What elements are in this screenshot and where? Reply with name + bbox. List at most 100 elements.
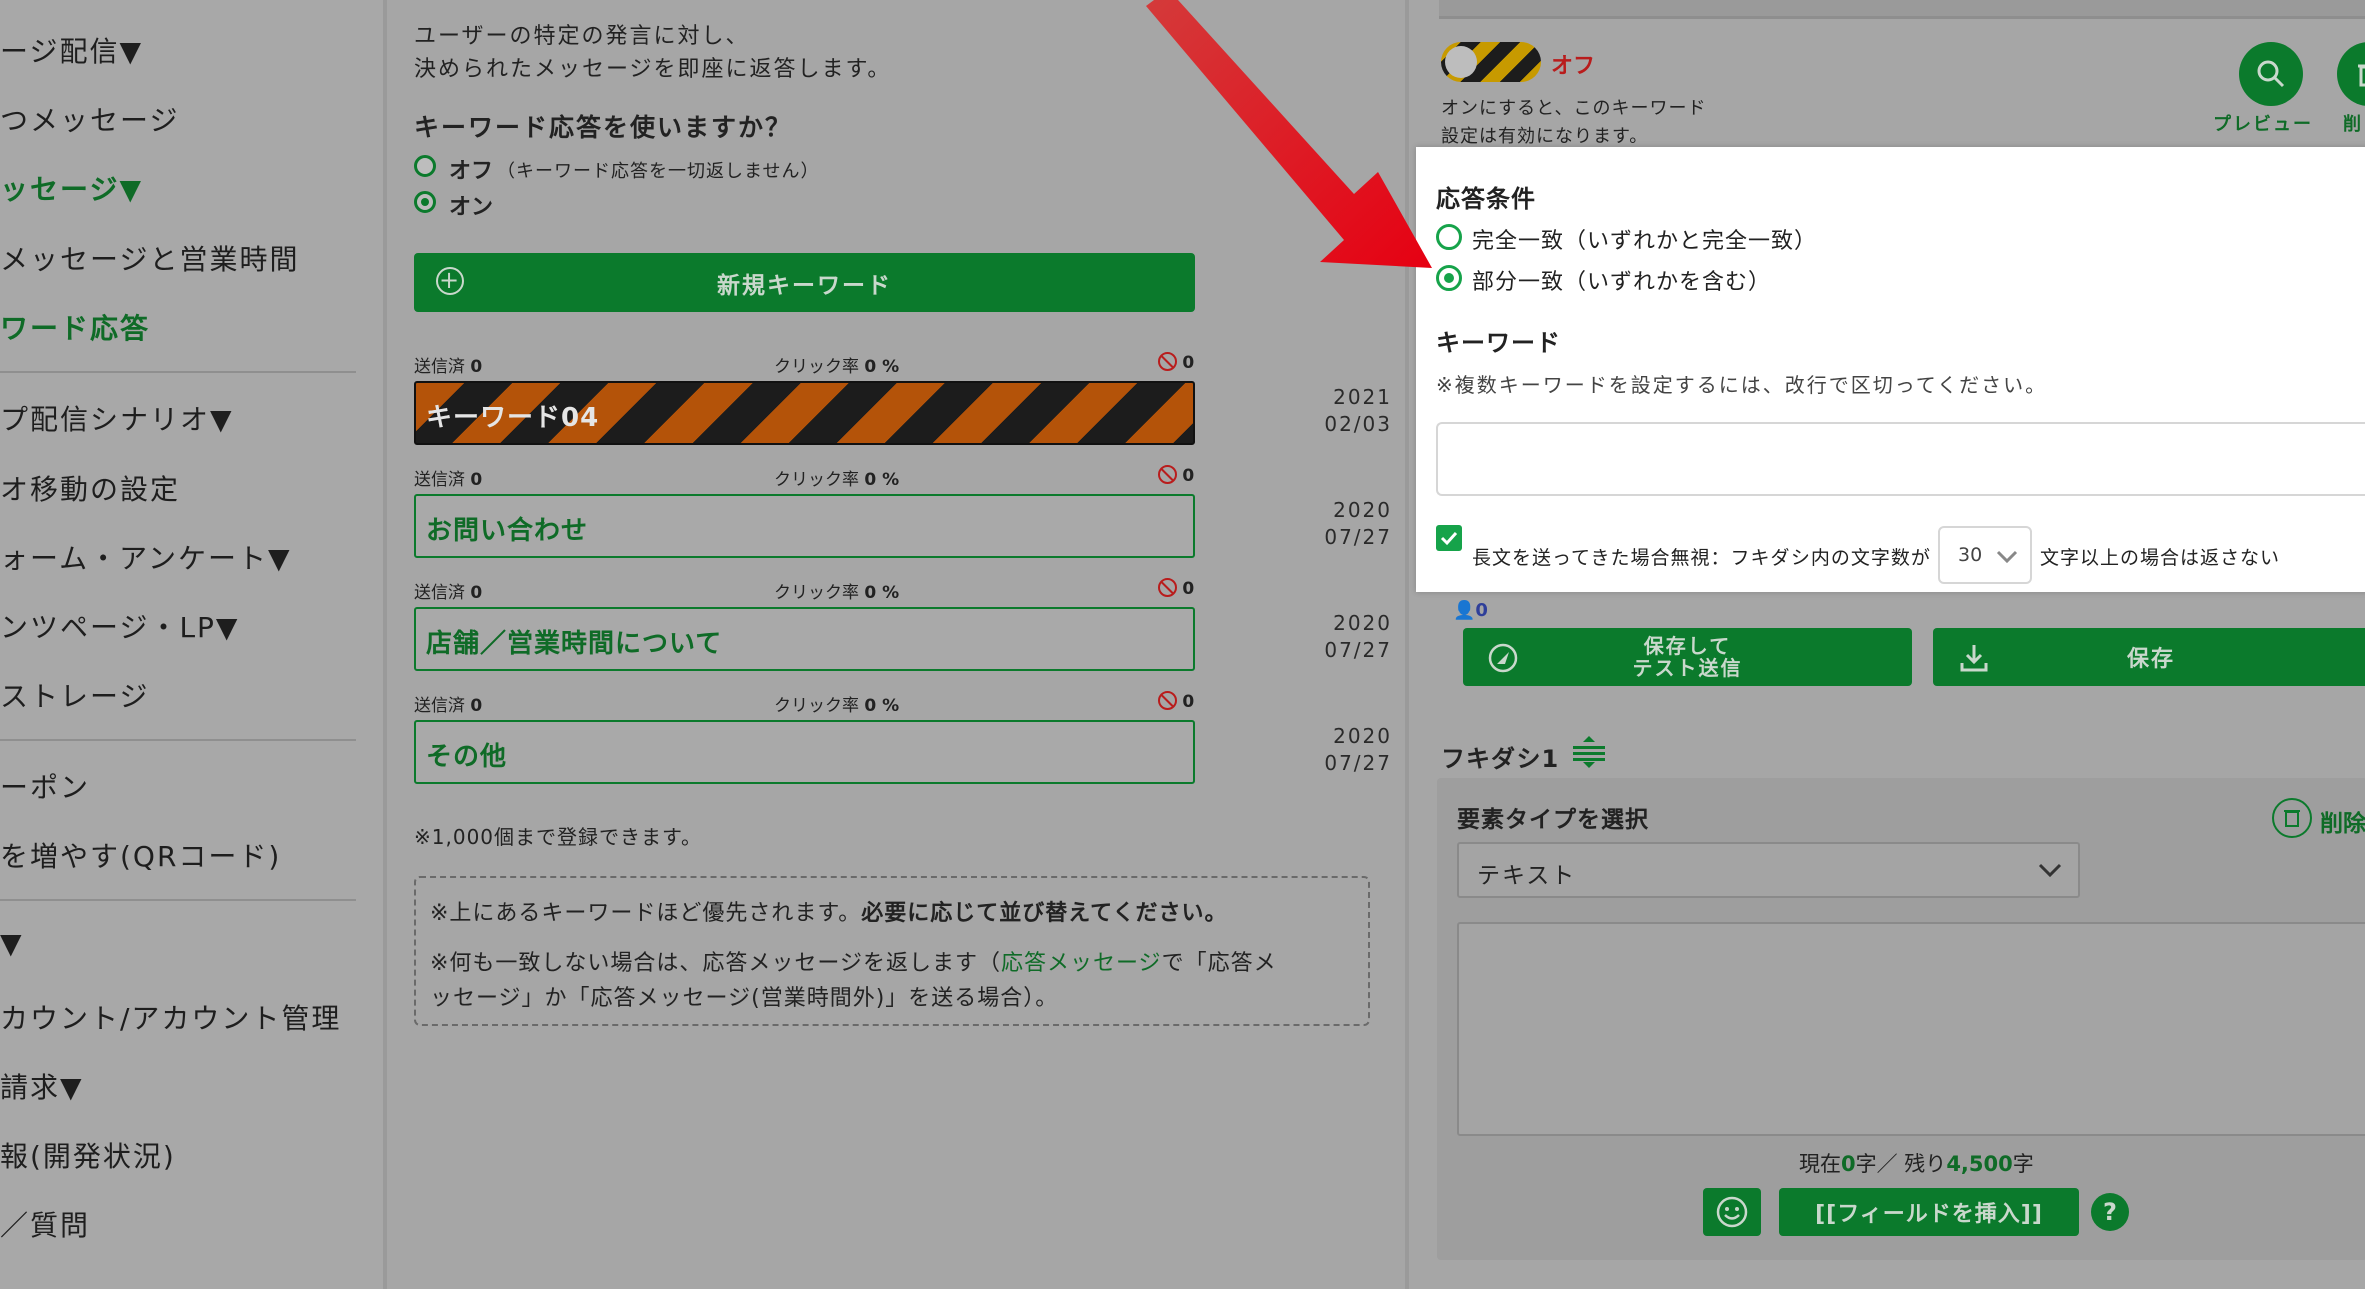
keyword-item[interactable]: キーワード04 bbox=[414, 381, 1195, 445]
sidebar-divider bbox=[0, 371, 356, 373]
check-icon bbox=[1440, 531, 1458, 546]
keyword-date: 2020 07/27 bbox=[1324, 498, 1392, 549]
priority-note-emphasis: 必要に応じて並び替えてください。 bbox=[861, 901, 1228, 926]
sidebar-item-account-management[interactable]: カウント/アカウント管理 bbox=[0, 997, 341, 1037]
save-and-test-button[interactable]: 保存して テスト送信 bbox=[1463, 628, 1912, 686]
priority-note-text: ※上にあるキーワードほど優先されます。 bbox=[430, 901, 862, 926]
keyword-off-label[interactable]: オフ bbox=[449, 153, 493, 185]
char-limit-select[interactable]: 30 bbox=[1938, 526, 2032, 584]
keyword-item[interactable]: その他 bbox=[414, 720, 1195, 784]
keyword-on-label[interactable]: オン bbox=[449, 189, 493, 221]
reorder-icon[interactable] bbox=[1569, 734, 1609, 770]
delete-top-button[interactable] bbox=[2337, 42, 2365, 106]
chevron-down-icon bbox=[1996, 550, 2018, 564]
preview-button[interactable] bbox=[2239, 42, 2303, 106]
ignore-long-text-label: 長文を送ってきた場合無視：フキダシ内の文字数が bbox=[1472, 547, 1931, 569]
keyword-name: キーワード04 bbox=[426, 403, 600, 433]
sidebar-item-scenario-move[interactable]: オ移動の設定 bbox=[0, 468, 180, 508]
keyword-off-radio[interactable] bbox=[414, 155, 436, 177]
keyword-name: 店舗／営業時間について bbox=[426, 629, 723, 659]
top-card-edge bbox=[1439, 0, 2365, 19]
bubble-editor-card: 要素タイプを選択 削除 テキスト 現在0字／ 残り4,500字 [[フィールドを… bbox=[1437, 778, 2365, 1260]
ignore-long-text-checkbox[interactable] bbox=[1436, 525, 1462, 551]
keyword-date: 2021 02/03 bbox=[1324, 385, 1392, 436]
intro-text-line2: 決められたメッセージを即座に返答します。 bbox=[414, 57, 892, 82]
new-keyword-button[interactable]: + 新規キーワード bbox=[414, 253, 1195, 312]
new-keyword-label: 新規キーワード bbox=[717, 272, 892, 299]
block-icon bbox=[1158, 352, 1177, 371]
sidebar-item-dev-status[interactable]: 報(開発状況) bbox=[0, 1135, 176, 1175]
block-icon bbox=[1158, 578, 1177, 597]
sidebar-item-step-scenario[interactable]: プ配信シナリオ▼ bbox=[0, 398, 234, 438]
smile-icon bbox=[1716, 1196, 1748, 1228]
sidebar-item-message-delivery[interactable]: ージ配信▼ bbox=[0, 30, 143, 70]
message-textarea[interactable] bbox=[1457, 922, 2365, 1136]
sidebar-item-questions[interactable]: ／質問 bbox=[0, 1204, 90, 1244]
element-type-value: テキスト bbox=[1477, 863, 1577, 889]
sidebar-item-keyword-response[interactable]: ワード応答 bbox=[0, 307, 150, 347]
keyword-limit-note: ※1,000個まで登録できます。 bbox=[414, 825, 703, 849]
keyword-title: キーワード bbox=[1436, 329, 1561, 357]
ignore-long-text-suffix: 文字以上の場合は返さない bbox=[2040, 547, 2281, 569]
keyword-stats: 送信済 0 クリック率 0 % 0 bbox=[414, 691, 1195, 716]
red-arrow-annotation bbox=[1146, 0, 1432, 268]
keyword-name: お問い合わせ bbox=[426, 516, 589, 546]
sidebar-item-storage[interactable]: ストレージ bbox=[0, 675, 149, 715]
keyword-off-note: （キーワード応答を一切返しません） bbox=[497, 161, 820, 182]
sidebar-item-coupon[interactable]: ーポン bbox=[0, 766, 90, 806]
keyword-on-radio[interactable] bbox=[414, 191, 436, 213]
sidebar: ージ配信▼ つメッセージ ッセージ▼ メッセージと営業時間 ワード応答 プ配信シ… bbox=[0, 0, 387, 1289]
toggle-note-line2: 設定は有効になります。 bbox=[1441, 126, 1649, 147]
delete-top-label[interactable]: 削 bbox=[2343, 110, 2361, 136]
save-button[interactable]: 保存 bbox=[1933, 628, 2365, 686]
search-icon bbox=[2257, 60, 2285, 88]
keyword-name: その他 bbox=[426, 742, 508, 772]
use-keyword-question: キーワード応答を使いますか？ bbox=[414, 113, 793, 142]
sidebar-item-qr-code[interactable]: を増やす(QRコード) bbox=[0, 835, 281, 875]
sidebar-item-message-group[interactable]: ッセージ▼ bbox=[0, 168, 143, 208]
user-count: 👤0 bbox=[1453, 600, 1488, 621]
preview-label[interactable]: プレビュー bbox=[2213, 110, 2313, 136]
block-icon bbox=[1158, 465, 1177, 484]
sidebar-item-waiting-message[interactable]: つメッセージ bbox=[0, 99, 179, 139]
insert-field-button[interactable]: [[フィールドを挿入]] bbox=[1779, 1188, 2079, 1236]
fallback-note-text: ※何も一致しない場合は、応答メッセージを返します（ bbox=[430, 951, 1001, 976]
toggle-note-line1: オンにすると、このキーワード bbox=[1441, 98, 1707, 119]
plus-icon: + bbox=[436, 267, 464, 295]
chevron-down-icon bbox=[2038, 863, 2062, 878]
keyword-date: 2020 07/27 bbox=[1324, 724, 1392, 775]
block-icon bbox=[1158, 691, 1177, 710]
help-icon[interactable]: ? bbox=[2091, 1193, 2129, 1231]
keyword-item[interactable]: お問い合わせ bbox=[414, 494, 1195, 558]
intro-text-line1: ユーザーの特定の発言に対し、 bbox=[414, 24, 750, 49]
fallback-note-text-cont: ッセージ」か「応答メッセージ(営業時間外)」を送る場合）。 bbox=[430, 986, 1059, 1011]
sidebar-divider bbox=[0, 739, 356, 741]
sidebar-item-form-survey[interactable]: ォーム・アンケート▼ bbox=[0, 537, 292, 577]
priority-note-box: ※上にあるキーワードほど優先されます。必要に応じて並び替えてください。 ※何も一… bbox=[414, 876, 1370, 1026]
sidebar-divider bbox=[0, 899, 356, 901]
trash-icon[interactable] bbox=[2272, 798, 2312, 838]
element-type-label: 要素タイプを選択 bbox=[1457, 807, 1649, 833]
trash-icon bbox=[2358, 64, 2365, 87]
keyword-input[interactable] bbox=[1436, 422, 2365, 496]
toggle-state-label: オフ bbox=[1551, 54, 1596, 79]
toggle-knob bbox=[1445, 46, 1477, 78]
user-icon: 👤 bbox=[1453, 600, 1476, 621]
exact-match-label[interactable]: 完全一致（いずれかと完全一致） bbox=[1472, 223, 1817, 255]
response-message-link[interactable]: 応答メッセージ bbox=[1001, 951, 1162, 976]
element-delete-label[interactable]: 削除 bbox=[2320, 804, 2365, 838]
partial-match-label[interactable]: 部分一致（いずれかを含む） bbox=[1472, 264, 1771, 296]
keyword-item[interactable]: 店舗／営業時間について bbox=[414, 607, 1195, 671]
enable-toggle[interactable] bbox=[1441, 42, 1541, 82]
sidebar-item-collapsed-group[interactable]: ▼ bbox=[0, 927, 24, 960]
sidebar-item-billing[interactable]: 請求▼ bbox=[0, 1066, 84, 1106]
emoji-button[interactable] bbox=[1703, 1188, 1761, 1236]
character-counter: 現在0字／ 残り4,500字 bbox=[1799, 1152, 2034, 1176]
sidebar-item-content-page[interactable]: ンツページ・LP▼ bbox=[0, 606, 239, 646]
sidebar-item-response-hours[interactable]: メッセージと営業時間 bbox=[0, 238, 299, 278]
bubble-title: フキダシ1 bbox=[1441, 745, 1560, 773]
keyword-hint: ※複数キーワードを設定するには、改行で区切ってください。 bbox=[1436, 373, 2048, 397]
keyword-stats: 送信済 0 クリック率 0 % 0 bbox=[414, 352, 1195, 377]
element-type-select[interactable]: テキスト bbox=[1457, 842, 2080, 898]
keyword-stats: 送信済 0 クリック率 0 % 0 bbox=[414, 465, 1195, 490]
